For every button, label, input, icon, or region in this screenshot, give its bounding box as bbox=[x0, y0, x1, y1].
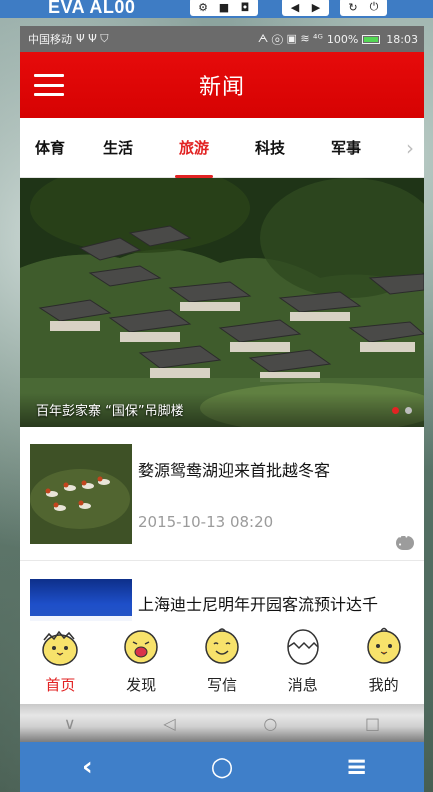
chick-sleepy-icon bbox=[361, 622, 407, 668]
nav-item-me[interactable]: 我的 bbox=[349, 622, 419, 695]
emulator-nav-bar: ‹ ○ ≡ bbox=[20, 742, 424, 792]
nav-label-messages: 消息 bbox=[287, 676, 318, 694]
chick-smile-icon bbox=[199, 622, 245, 668]
power-icon[interactable]: ⏻ bbox=[365, 0, 383, 15]
app-title: 新闻 bbox=[198, 75, 245, 100]
nav-item-home[interactable]: 首页 bbox=[25, 622, 95, 695]
egg-icon bbox=[280, 622, 326, 668]
home-button[interactable]: ○ bbox=[202, 752, 242, 782]
app-header: 新闻 bbox=[20, 52, 424, 118]
volume-up-icon[interactable]: ▶ bbox=[307, 0, 325, 15]
news-timestamp: 2015-10-13 08:20 bbox=[138, 513, 274, 531]
android-soft-keys: ∨ ◁ ○ □ bbox=[20, 704, 424, 742]
carousel-indicator bbox=[392, 407, 412, 414]
back-icon[interactable]: ◁ bbox=[163, 714, 175, 733]
rotate-icon[interactable]: ↻ bbox=[344, 0, 362, 15]
menu-button[interactable]: ≡ bbox=[337, 752, 377, 782]
phone-screen: 中国移动 Ψ Ψ ⛉ ᗅ ⓞ ▣ ≋ ⁴ᴳ 100% 18:03 新闻 体育 生… bbox=[20, 26, 424, 742]
chick-tongue-icon bbox=[118, 622, 164, 668]
tab-tech[interactable]: 科技 bbox=[232, 118, 308, 178]
nav-item-write[interactable]: 写信 bbox=[187, 622, 257, 695]
banner-caption: 百年彭家寨 “国保”吊脚楼 bbox=[36, 404, 184, 419]
home-icon[interactable]: ○ bbox=[263, 714, 277, 733]
chevron-right-icon[interactable]: › bbox=[406, 136, 414, 160]
news-list-item[interactable]: 婺源鸳鸯湖迎来首批越冬客 2015-10-13 08:20 bbox=[20, 427, 424, 561]
nav-label-write: 写信 bbox=[206, 676, 237, 694]
battery-percent: 100% bbox=[326, 32, 359, 46]
tab-life[interactable]: 生活 bbox=[80, 118, 156, 178]
emulator-title: EVA AL00 bbox=[48, 0, 136, 17]
emulator-button-group-1: ⚙ ■ ◘ bbox=[190, 0, 258, 16]
camera-icon[interactable]: ◘ bbox=[236, 0, 254, 15]
status-bar: 中国移动 Ψ Ψ ⛉ ᗅ ⓞ ▣ ≋ ⁴ᴳ 100% 18:03 bbox=[20, 26, 424, 52]
tab-sports[interactable]: 体育 bbox=[20, 118, 80, 178]
news-thumbnail bbox=[30, 444, 132, 544]
news-thumbnail bbox=[30, 579, 132, 621]
status-left-icons: Ψ Ψ ⛉ bbox=[76, 32, 109, 45]
settings-icon[interactable]: ⚙ bbox=[194, 0, 212, 15]
tab-travel[interactable]: 旅游 bbox=[156, 118, 232, 178]
record-icon[interactable]: ■ bbox=[215, 0, 233, 15]
tab-military[interactable]: 军事 bbox=[308, 118, 384, 178]
recents-icon[interactable]: □ bbox=[365, 714, 380, 733]
menu-icon[interactable] bbox=[34, 74, 64, 96]
category-tabs: 体育 生活 旅游 科技 军事 › bbox=[20, 118, 424, 178]
nav-item-messages[interactable]: 消息 bbox=[268, 622, 338, 695]
battery-icon bbox=[362, 34, 381, 44]
back-button[interactable]: ‹ bbox=[67, 752, 107, 782]
news-list-item[interactable]: 上海迪士尼明年开园客流预计达千 bbox=[20, 561, 424, 621]
chevron-down-icon[interactable]: ∨ bbox=[64, 714, 76, 733]
status-right-icons: ᗅ ⓞ ▣ ≋ ⁴ᴳ bbox=[257, 32, 323, 45]
nav-label-me: 我的 bbox=[368, 676, 399, 694]
carousel-dot-active bbox=[392, 407, 399, 414]
comment-icon[interactable] bbox=[396, 533, 414, 550]
carrier-label: 中国移动 bbox=[28, 33, 72, 46]
nav-label-discover: 发现 bbox=[126, 676, 157, 694]
clock: 18:03 bbox=[386, 32, 418, 46]
bottom-navigation: 首页 发现 写信 消息 我的 bbox=[20, 616, 424, 704]
banner-image bbox=[20, 178, 424, 427]
nav-item-discover[interactable]: 发现 bbox=[106, 622, 176, 695]
emulator-button-group-2: ◀ ▶ bbox=[282, 0, 329, 16]
chick-hatching-icon bbox=[37, 622, 83, 668]
emulator-button-group-3: ↻ ⏻ bbox=[340, 0, 387, 16]
nav-label-home: 首页 bbox=[45, 676, 76, 694]
news-title: 婺源鸳鸯湖迎来首批越冬客 bbox=[138, 461, 331, 480]
news-title: 上海迪士尼明年开园客流预计达千 bbox=[138, 595, 379, 614]
emulator-toolbar: EVA AL00 ⚙ ■ ◘ ◀ ▶ ↻ ⏻ bbox=[0, 0, 433, 18]
carousel-dot bbox=[405, 407, 412, 414]
banner-carousel[interactable]: 百年彭家寨 “国保”吊脚楼 bbox=[20, 178, 424, 427]
volume-down-icon[interactable]: ◀ bbox=[286, 0, 304, 15]
